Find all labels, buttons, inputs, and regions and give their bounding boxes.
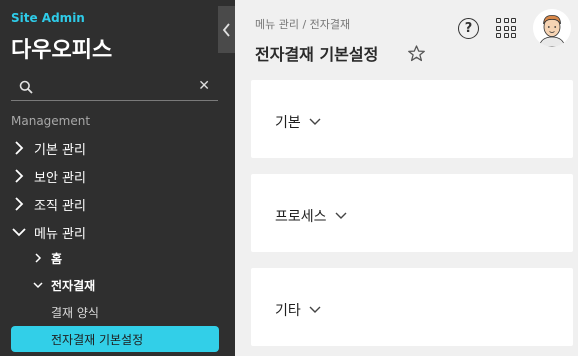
- sidebar-item-menu[interactable]: 메뉴 관리: [0, 219, 235, 245]
- sidebar-item-security[interactable]: 보안 관리: [0, 163, 235, 189]
- section-card-label: 프로세스: [275, 209, 327, 225]
- sidebar-item-label: 메뉴 관리: [34, 226, 86, 242]
- sidebar-item-basic[interactable]: 기본 관리: [0, 135, 235, 161]
- chevron-down-icon: [309, 306, 321, 313]
- section-card-label: 기타: [275, 303, 301, 319]
- sidebar-leaf-approval-form[interactable]: 결재 양식: [0, 299, 235, 325]
- section-card-process[interactable]: 프로세스: [251, 174, 573, 252]
- sidebar-subitem-home[interactable]: 홈: [0, 245, 235, 271]
- sidebar-subitem-label: 전자결재: [51, 278, 96, 293]
- avatar[interactable]: [533, 9, 571, 47]
- site-admin-label: Site Admin: [11, 11, 85, 25]
- search-icon: [19, 80, 33, 94]
- chevron-right-icon: [15, 141, 24, 155]
- sidebar-item-organization[interactable]: 조직 관리: [0, 191, 235, 217]
- chevron-down-icon: [33, 282, 43, 289]
- chevron-right-icon: [35, 253, 42, 263]
- section-card-basic[interactable]: 기본: [251, 80, 573, 158]
- main-content: 메뉴 관리 / 전자결재 전자결재 기본설정 ? 기본 프로세스 기타: [235, 0, 578, 356]
- section-label-management: Management: [11, 114, 91, 128]
- sidebar-subitem-approval[interactable]: 전자결재: [0, 272, 235, 298]
- sidebar: Site Admin 다우오피스 ✕ Management 기본 관리 보안 관…: [0, 0, 235, 356]
- apps-grid-icon[interactable]: [496, 18, 516, 38]
- user-avatar-icon: [533, 9, 571, 47]
- sidebar-leaf-label: 결재 양식: [51, 305, 99, 320]
- help-label: ?: [464, 21, 473, 36]
- section-card-label: 기본: [275, 115, 301, 131]
- section-card-etc[interactable]: 기타: [251, 268, 573, 346]
- brand-logo-text[interactable]: 다우오피스: [11, 32, 112, 64]
- chevron-down-icon: [309, 118, 321, 125]
- chevron-right-icon: [15, 197, 24, 211]
- sidebar-leaf-approval-settings[interactable]: 전자결재 기본설정: [11, 326, 219, 352]
- breadcrumb: 메뉴 관리 / 전자결재: [255, 18, 351, 31]
- chevron-right-icon: [15, 169, 24, 183]
- chevron-down-icon: [12, 228, 26, 237]
- sidebar-item-label: 보안 관리: [34, 170, 86, 186]
- sidebar-search-input[interactable]: ✕: [11, 74, 218, 101]
- sidebar-item-label: 기본 관리: [34, 142, 86, 158]
- close-icon[interactable]: ✕: [198, 78, 210, 94]
- sidebar-leaf-label: 전자결재 기본설정: [51, 332, 144, 347]
- page-title: 전자결재 기본설정: [255, 45, 379, 64]
- chevron-left-icon: [222, 22, 230, 37]
- sidebar-subitem-label: 홈: [51, 251, 63, 266]
- sidebar-item-label: 조직 관리: [34, 198, 86, 214]
- star-icon[interactable]: [407, 44, 426, 63]
- help-icon[interactable]: ?: [458, 18, 479, 39]
- chevron-down-icon: [335, 212, 347, 219]
- sidebar-collapse-button[interactable]: [218, 6, 235, 53]
